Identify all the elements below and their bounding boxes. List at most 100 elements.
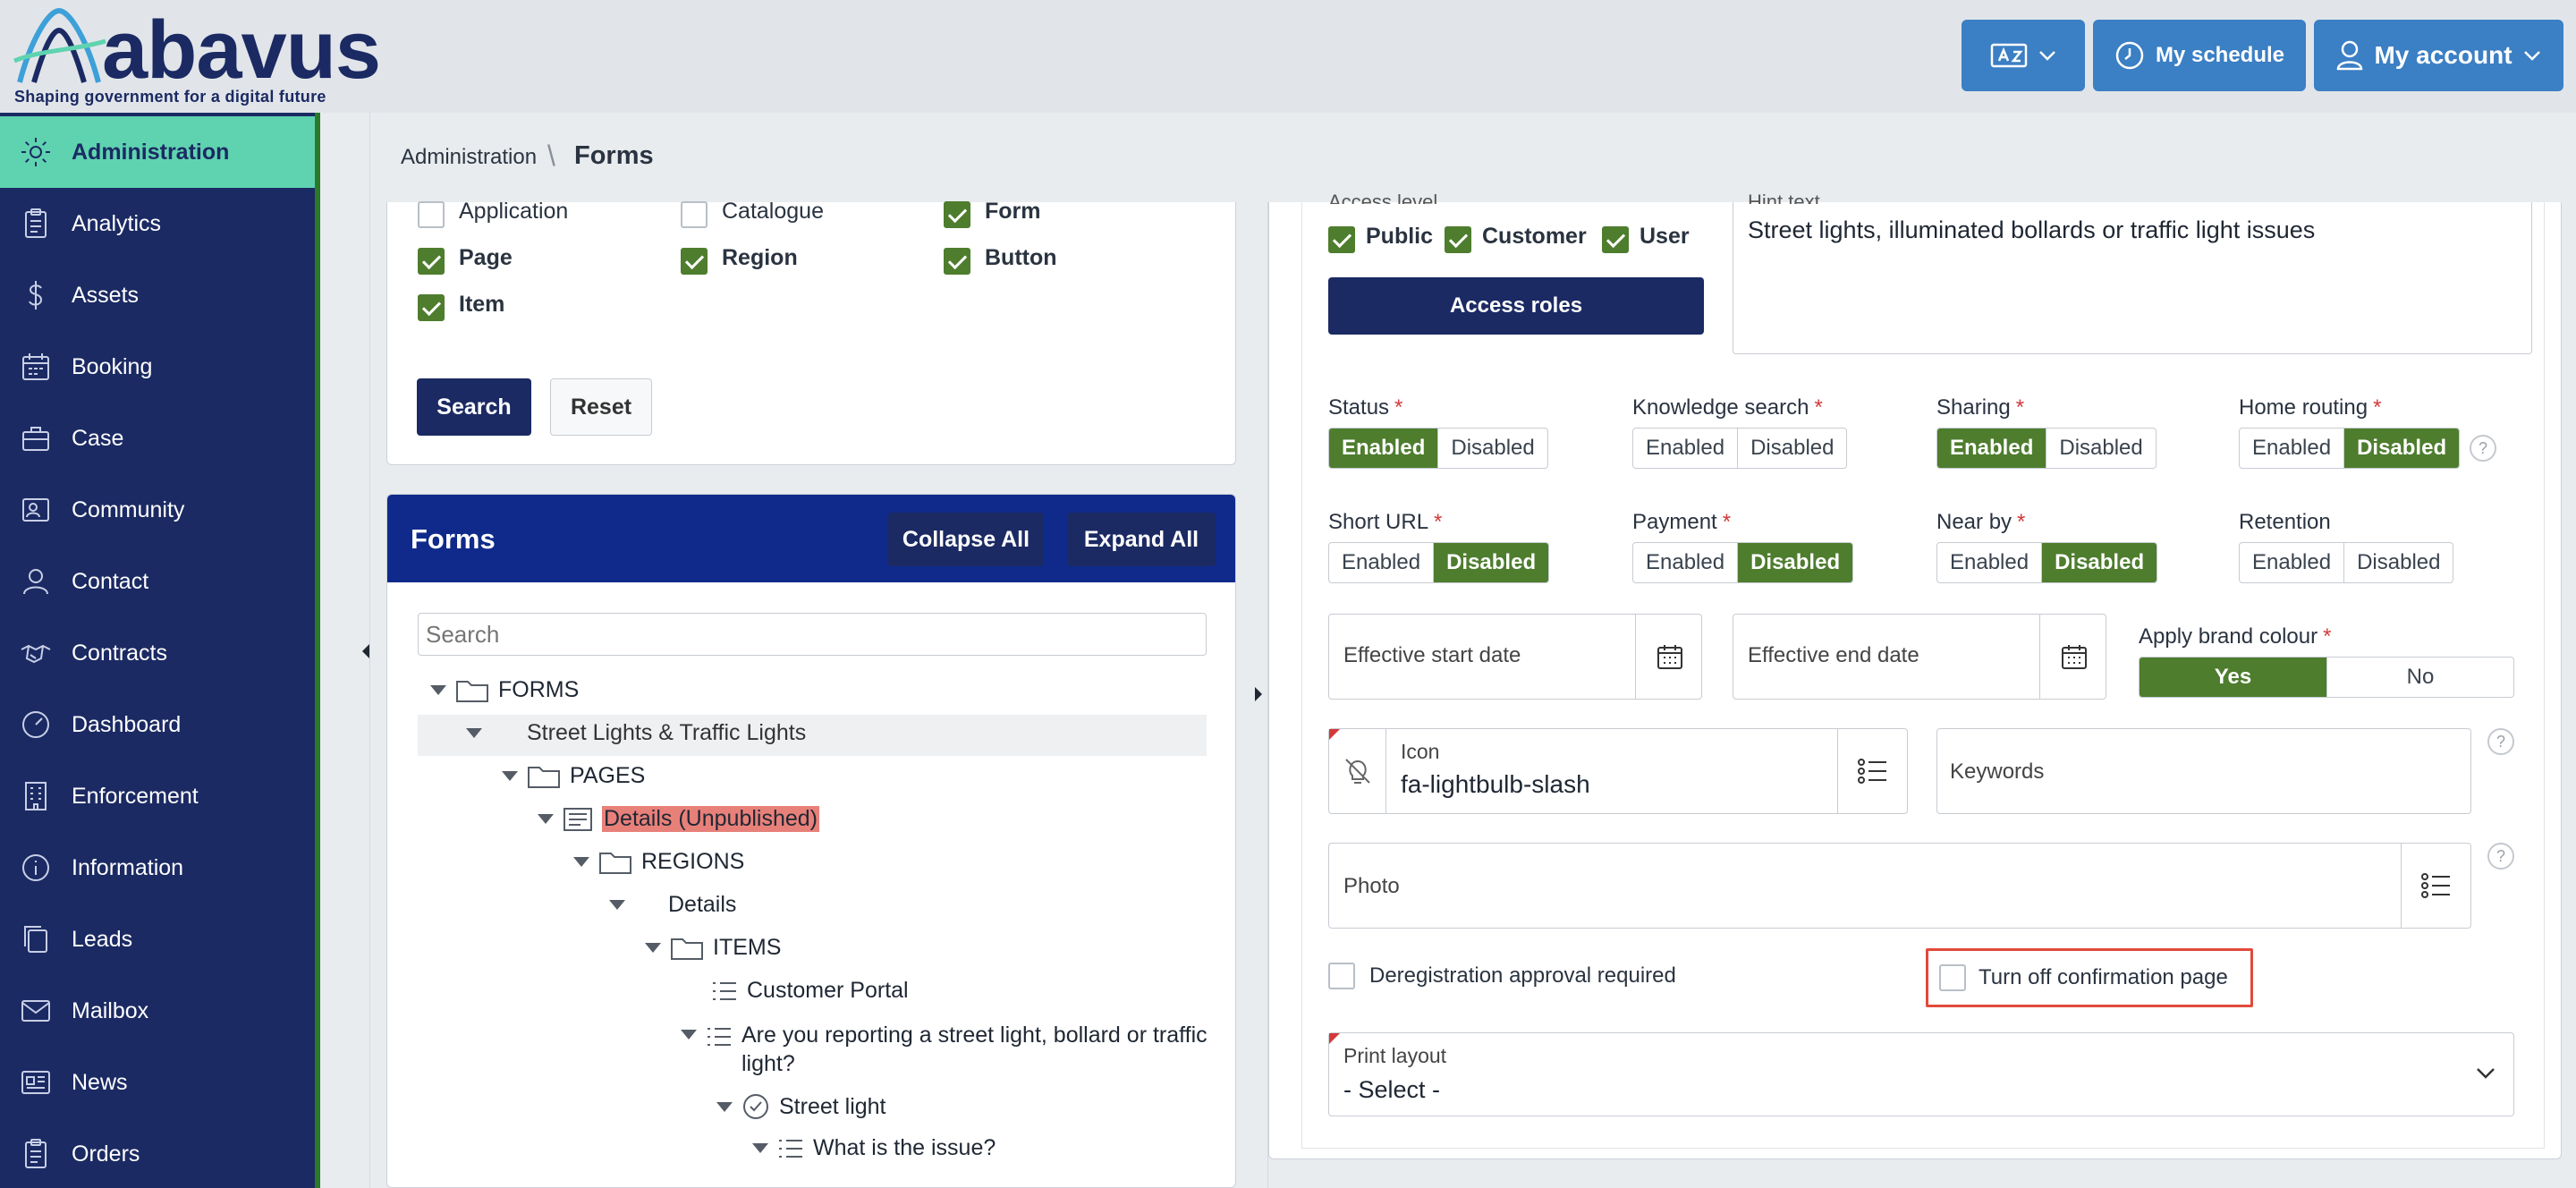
my-schedule-button[interactable]: My schedule	[2093, 20, 2306, 91]
reset-button[interactable]: Reset	[550, 378, 652, 436]
filter-button[interactable]: Button	[944, 245, 1057, 275]
checkbox[interactable]	[1602, 225, 1629, 253]
turn-off-confirmation-page[interactable]: Turn off confirmation page	[1926, 948, 2253, 1007]
sidebar-item-leads[interactable]: Leads	[0, 904, 315, 975]
hint-text-field[interactable]: Hint text Street lights, illuminated bol…	[1733, 193, 2532, 354]
sidebar-item-contact[interactable]: Contact	[0, 546, 315, 617]
photo-picker-button[interactable]	[2401, 844, 2470, 928]
short-url-toggle[interactable]: Enabled Disabled	[1328, 542, 1550, 583]
photo-field[interactable]: Photo	[1328, 843, 2471, 929]
filter-page[interactable]: Page	[418, 245, 513, 275]
help-icon[interactable]: ?	[2487, 728, 2514, 755]
expand-caret-icon[interactable]	[716, 1101, 733, 1112]
icon-field[interactable]: Icon fa-lightbulb-slash	[1328, 728, 1908, 814]
retention-disabled[interactable]: Disabled	[2343, 543, 2453, 582]
sidebar-item-analytics[interactable]: Analytics	[0, 188, 315, 259]
tree-node-customer-portal[interactable]: Customer Portal	[711, 978, 909, 1004]
tree-node-question[interactable]: Are you reporting a street light, bollar…	[681, 1021, 1208, 1078]
knowledge-disabled[interactable]: Disabled	[1737, 429, 1846, 468]
filter-form[interactable]: Form	[944, 199, 1041, 228]
hint-text-value[interactable]: Street lights, illuminated bollards or t…	[1748, 216, 2315, 244]
sidebar-item-case[interactable]: Case	[0, 403, 315, 474]
sidebar-item-dashboard[interactable]: Dashboard	[0, 689, 315, 760]
tree-node-regions[interactable]: REGIONS	[573, 849, 744, 875]
deregistration-approval[interactable]: Deregistration approval required	[1328, 963, 1676, 989]
print-layout-select[interactable]: Print layout - Select -	[1328, 1032, 2514, 1116]
brand-colour-yes[interactable]: Yes	[2140, 658, 2326, 697]
short-url-enabled[interactable]: Enabled	[1329, 543, 1433, 582]
sidebar-item-mailbox[interactable]: Mailbox	[0, 975, 315, 1047]
home-routing-disabled[interactable]: Disabled	[2343, 429, 2460, 468]
checkbox[interactable]	[1328, 225, 1355, 253]
brand-logo[interactable]: abavus Shaping government for a digital …	[13, 5, 381, 106]
checkbox[interactable]	[1328, 963, 1355, 989]
effective-start-date-field[interactable]: Effective start date	[1328, 614, 1702, 700]
payment-enabled[interactable]: Enabled	[1633, 543, 1737, 582]
brand-colour-no[interactable]: No	[2326, 658, 2513, 697]
checkbox[interactable]	[418, 247, 445, 275]
help-icon[interactable]: ?	[2470, 435, 2496, 462]
expand-caret-icon[interactable]	[609, 900, 625, 910]
brand-colour-toggle[interactable]: Yes No	[2139, 657, 2514, 698]
checkbox[interactable]	[681, 247, 708, 275]
filter-application[interactable]: Application	[418, 199, 568, 228]
search-button[interactable]: Search	[417, 378, 531, 436]
checkbox[interactable]	[1445, 225, 1471, 253]
access-customer[interactable]: Customer	[1445, 224, 1587, 253]
status-enabled[interactable]: Enabled	[1329, 429, 1438, 468]
collapse-sidebar-handle[interactable]	[360, 639, 372, 664]
filter-item[interactable]: Item	[418, 292, 504, 321]
checkbox[interactable]	[418, 200, 445, 228]
near-by-disabled[interactable]: Disabled	[2041, 543, 2157, 582]
sidebar-item-booking[interactable]: Booking	[0, 331, 315, 403]
sidebar-item-news[interactable]: News	[0, 1047, 315, 1118]
filter-region[interactable]: Region	[681, 245, 798, 275]
expand-caret-icon[interactable]	[645, 943, 661, 953]
expand-all-button[interactable]: Expand All	[1067, 513, 1216, 566]
checkbox[interactable]	[681, 200, 708, 228]
expand-caret-icon[interactable]	[752, 1143, 768, 1153]
keywords-field[interactable]: Keywords	[1936, 728, 2471, 814]
sharing-disabled[interactable]: Disabled	[2046, 429, 2155, 468]
checkbox[interactable]	[1939, 964, 1966, 991]
near-by-enabled[interactable]: Enabled	[1937, 543, 2041, 582]
expand-caret-icon[interactable]	[466, 728, 482, 738]
retention-enabled[interactable]: Enabled	[2240, 543, 2343, 582]
checkbox[interactable]	[944, 200, 970, 228]
access-roles-button[interactable]: Access roles	[1328, 277, 1704, 335]
effective-end-date-field[interactable]: Effective end date	[1733, 614, 2106, 700]
retention-toggle[interactable]: Enabled Disabled	[2239, 542, 2454, 583]
collapse-all-button[interactable]: Collapse All	[888, 513, 1044, 566]
checkbox[interactable]	[944, 247, 970, 275]
access-public[interactable]: Public	[1328, 224, 1433, 253]
tree-node-items[interactable]: ITEMS	[645, 935, 781, 961]
expand-caret-icon[interactable]	[681, 1030, 697, 1040]
my-account-button[interactable]: My account	[2314, 20, 2563, 91]
home-routing-toggle[interactable]: Enabled Disabled	[2239, 428, 2461, 469]
sidebar-item-contracts[interactable]: Contracts	[0, 617, 315, 689]
start-date-picker-button[interactable]	[1635, 615, 1703, 699]
short-url-disabled[interactable]: Disabled	[1433, 543, 1549, 582]
breadcrumb-parent[interactable]: Administration	[401, 145, 537, 170]
sidebar-item-enforcement[interactable]: Enforcement	[0, 760, 315, 832]
expand-caret-icon[interactable]	[502, 771, 518, 781]
knowledge-enabled[interactable]: Enabled	[1633, 429, 1737, 468]
tree-node-form[interactable]: Street Lights & Traffic Lights	[466, 720, 806, 746]
knowledge-search-toggle[interactable]: Enabled Disabled	[1632, 428, 1848, 469]
icon-picker-button[interactable]	[1837, 729, 1907, 813]
tree-node-details-region[interactable]: Details	[609, 892, 736, 918]
sidebar-item-orders[interactable]: Orders	[0, 1118, 315, 1188]
tree-node-details-page[interactable]: Details (Unpublished)	[538, 806, 820, 832]
payment-toggle[interactable]: Enabled Disabled	[1632, 542, 1854, 583]
tree-node-forms[interactable]: FORMS	[430, 677, 579, 703]
access-user[interactable]: User	[1602, 224, 1690, 253]
status-toggle[interactable]: Enabled Disabled	[1328, 428, 1548, 469]
language-button[interactable]	[1962, 20, 2085, 91]
checkbox[interactable]	[418, 293, 445, 321]
sharing-toggle[interactable]: Enabled Disabled	[1936, 428, 2157, 469]
tree-search-input[interactable]	[418, 613, 1207, 656]
sidebar-item-information[interactable]: Information	[0, 832, 315, 904]
status-disabled[interactable]: Disabled	[1437, 429, 1546, 468]
expand-caret-icon[interactable]	[430, 685, 446, 695]
end-date-picker-button[interactable]	[2039, 615, 2107, 699]
